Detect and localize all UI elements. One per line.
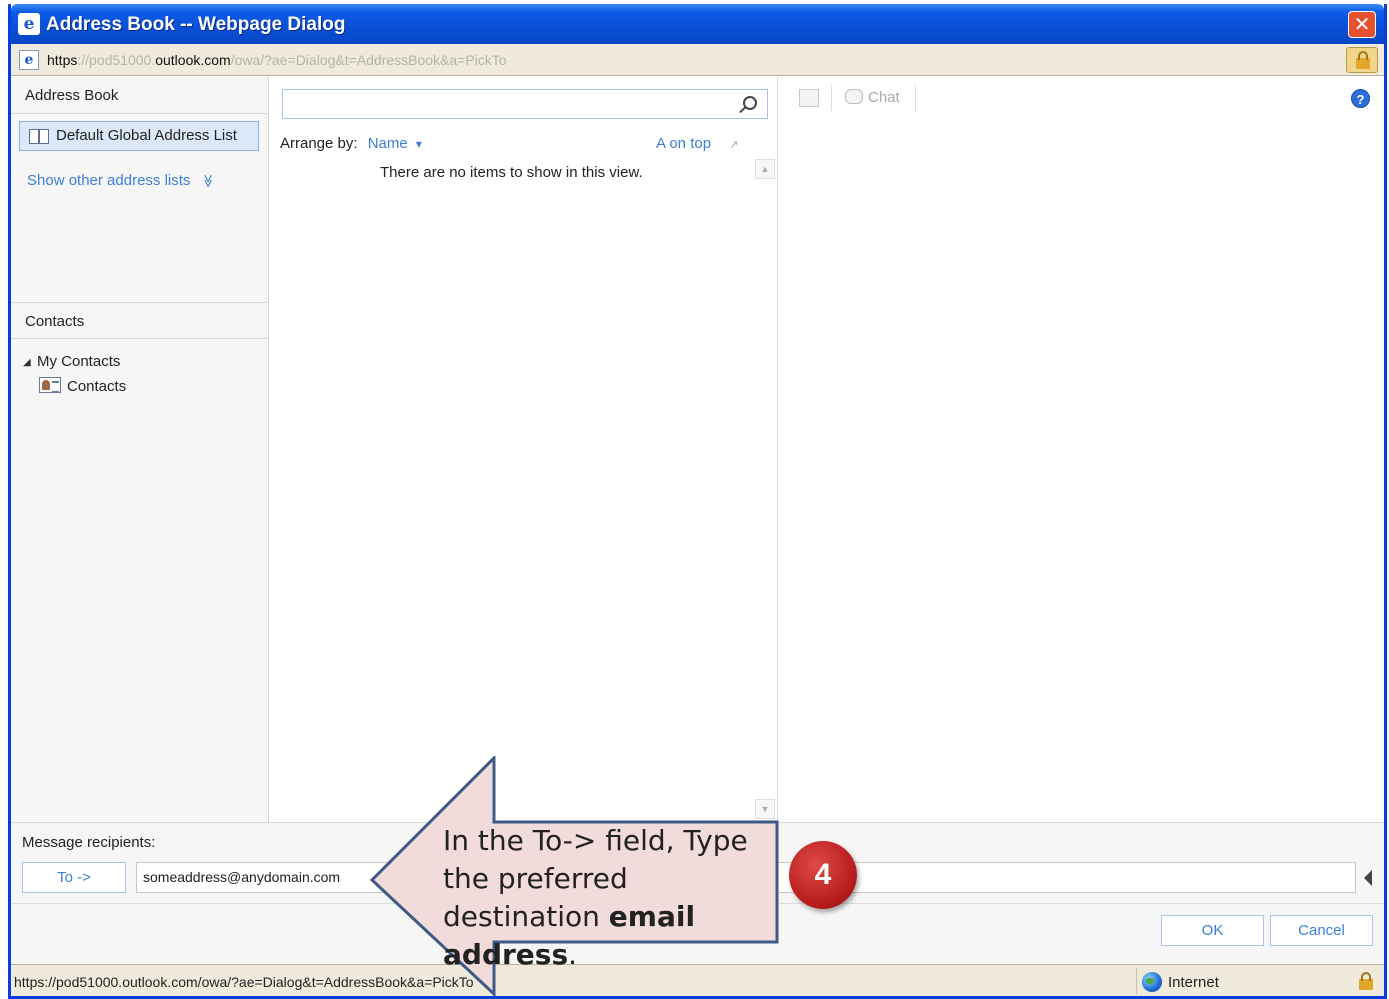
arrange-label: Arrange by: bbox=[280, 135, 358, 152]
scroll-up-button[interactable]: ▲ bbox=[755, 159, 775, 179]
details-panel: Chat ? bbox=[779, 77, 1384, 822]
callout-text-line: In the To-> field, Type the preferred de… bbox=[443, 824, 748, 933]
security-zone-label: Internet bbox=[1168, 974, 1219, 991]
empty-view-message: There are no items to show in this view. bbox=[380, 164, 643, 181]
arrange-value: Name bbox=[367, 135, 408, 152]
search-input[interactable] bbox=[282, 89, 768, 119]
address-book-header: Address Book bbox=[11, 77, 269, 114]
toolbar-separator bbox=[915, 85, 916, 111]
chat-icon[interactable] bbox=[845, 89, 863, 104]
show-other-label: Show other address lists bbox=[27, 172, 191, 189]
new-message-icon[interactable] bbox=[799, 89, 819, 107]
tree-expand-icon[interactable]: ◢ bbox=[23, 357, 31, 368]
globe-icon bbox=[1142, 972, 1162, 992]
address-book-icon bbox=[29, 129, 49, 144]
url-separator: :// bbox=[77, 52, 90, 68]
cancel-button[interactable]: Cancel bbox=[1270, 915, 1373, 946]
window-title: Address Book -- Webpage Dialog bbox=[46, 14, 346, 35]
address-lists-panel: Address Book Default Global Address List… bbox=[11, 77, 269, 822]
security-lock-button[interactable] bbox=[1346, 47, 1378, 73]
gal-label: Default Global Address List bbox=[56, 127, 237, 144]
ie-page-icon: e bbox=[18, 13, 40, 35]
lock-icon bbox=[1359, 972, 1373, 990]
to-button[interactable]: To -> bbox=[22, 862, 126, 893]
tree-item-my-contacts[interactable]: My Contacts bbox=[37, 353, 120, 370]
scroll-left-icon[interactable] bbox=[1364, 870, 1372, 886]
search-icon[interactable] bbox=[743, 96, 757, 110]
title-bar: e Address Book -- Webpage Dialog ✕ bbox=[11, 4, 1384, 44]
sort-arrow-icon: ↗ bbox=[729, 139, 739, 151]
default-global-address-list[interactable]: Default Global Address List bbox=[19, 121, 259, 151]
sort-order-label: A on top bbox=[656, 135, 712, 152]
status-separator bbox=[1136, 968, 1137, 994]
contacts-card-icon bbox=[39, 377, 61, 393]
status-lock[interactable] bbox=[1354, 969, 1378, 993]
tree-item-contacts[interactable]: Contacts bbox=[67, 378, 126, 395]
sort-order-toggle[interactable]: A on top ↗ bbox=[656, 135, 738, 152]
lock-icon bbox=[1356, 51, 1370, 69]
url-subdomain: pod51000. bbox=[89, 52, 156, 68]
address-url[interactable]: https://pod51000.outlook.com/owa/?ae=Dia… bbox=[47, 52, 507, 68]
chat-button-label[interactable]: Chat bbox=[868, 89, 900, 106]
url-scheme: https bbox=[47, 52, 78, 68]
double-chevron-down-icon: ≫ bbox=[200, 174, 216, 188]
show-other-address-lists-link[interactable]: Show other address lists ≫ bbox=[27, 172, 216, 189]
toolbar-separator bbox=[831, 85, 832, 111]
arrange-by: Arrange by: Name ▾ bbox=[280, 135, 422, 152]
address-bar: e https://pod51000.outlook.com/owa/?ae=D… bbox=[11, 44, 1384, 76]
ok-button[interactable]: OK bbox=[1161, 915, 1264, 946]
url-path: /owa/?ae=Dialog&t=AddressBook&a=PickTo bbox=[230, 52, 507, 68]
callout-text-end: . bbox=[568, 938, 578, 971]
page-icon: e bbox=[19, 50, 39, 70]
caret-down-icon: ▾ bbox=[415, 137, 422, 151]
contacts-header: Contacts bbox=[11, 302, 269, 339]
close-button[interactable]: ✕ bbox=[1348, 11, 1376, 38]
message-recipients-label: Message recipients: bbox=[22, 834, 156, 851]
callout-text: In the To-> field, Type the preferred de… bbox=[443, 822, 773, 974]
help-icon[interactable]: ? bbox=[1351, 89, 1370, 108]
url-domain: outlook.com bbox=[155, 52, 231, 68]
arrange-by-name-dropdown[interactable]: Name ▾ bbox=[368, 135, 422, 152]
results-panel: Arrange by: Name ▾ A on top ↗ There are … bbox=[270, 77, 778, 822]
step-number-badge: 4 bbox=[789, 841, 857, 909]
